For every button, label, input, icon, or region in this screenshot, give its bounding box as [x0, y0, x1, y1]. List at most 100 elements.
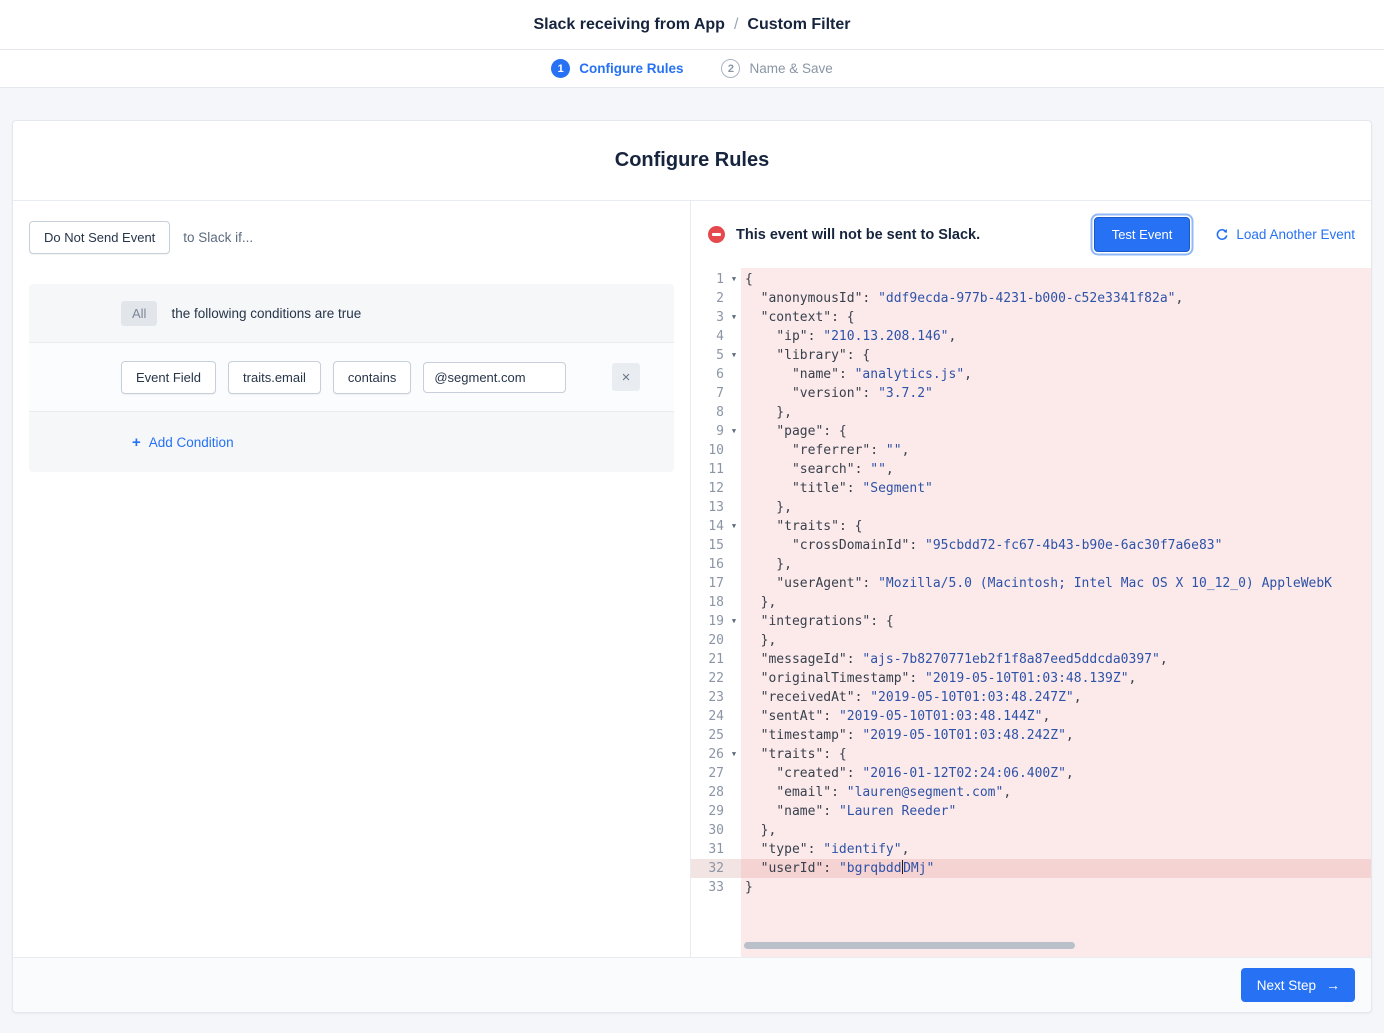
line-number: 14: [691, 517, 727, 536]
code-line[interactable]: "crossDomainId": "95cbdd72-fc67-4b43-b90…: [741, 536, 1371, 555]
fold-icon[interactable]: ▼: [727, 517, 741, 536]
line-number: 1: [691, 270, 727, 289]
gutter-line: 12: [691, 479, 741, 498]
fold-icon[interactable]: ▼: [727, 308, 741, 327]
code-line[interactable]: "userAgent": "Mozilla/5.0 (Macintosh; In…: [741, 574, 1371, 593]
condition-property-button[interactable]: traits.email: [228, 361, 321, 394]
gutter-line: 9▼: [691, 422, 741, 441]
code-line[interactable]: "sentAt": "2019-05-10T01:03:48.144Z",: [741, 707, 1371, 726]
code-line[interactable]: "library": {: [741, 346, 1371, 365]
code-line[interactable]: "traits": {: [741, 517, 1371, 536]
gutter-line: 6: [691, 365, 741, 384]
gutter-line: 2: [691, 289, 741, 308]
fold-icon[interactable]: ▼: [727, 422, 741, 441]
code-line[interactable]: "referrer": "",: [741, 441, 1371, 460]
code-line[interactable]: "context": {: [741, 308, 1371, 327]
condition-field-button[interactable]: Event Field: [121, 361, 216, 394]
breadcrumb-separator: /: [734, 16, 738, 34]
code-editor[interactable]: 1▼23▼45▼6789▼1011121314▼1516171819▼20212…: [691, 268, 1371, 957]
line-number: 5: [691, 346, 727, 365]
code-line[interactable]: "name": "Lauren Reeder": [741, 802, 1371, 821]
load-another-event-button[interactable]: Load Another Event: [1215, 227, 1355, 242]
condition-group: All the following conditions are true Ev…: [29, 284, 674, 472]
code-line[interactable]: "traits": {: [741, 745, 1371, 764]
code-line[interactable]: "receivedAt": "2019-05-10T01:03:48.247Z"…: [741, 688, 1371, 707]
line-number: 13: [691, 498, 727, 517]
close-icon: ×: [622, 369, 631, 386]
add-condition-button[interactable]: + Add Condition: [132, 434, 234, 451]
code-line[interactable]: }: [741, 878, 1371, 897]
code-line[interactable]: },: [741, 403, 1371, 422]
line-number: 3: [691, 308, 727, 327]
line-number: 27: [691, 764, 727, 783]
step-name-and-save[interactable]: 2 Name & Save: [721, 59, 832, 78]
code-line[interactable]: },: [741, 631, 1371, 650]
code-line[interactable]: },: [741, 821, 1371, 840]
stepper: 1 Configure Rules 2 Name & Save: [0, 50, 1384, 88]
add-condition-row: + Add Condition: [29, 412, 674, 472]
line-number: 18: [691, 593, 727, 612]
gutter-line: 23: [691, 688, 741, 707]
code-line[interactable]: "anonymousId": "ddf9ecda-977b-4231-b000-…: [741, 289, 1371, 308]
gutter-line: 30: [691, 821, 741, 840]
gutter-line: 7: [691, 384, 741, 403]
code-line[interactable]: "userId": "bgrqbddDMj": [741, 859, 1371, 878]
test-event-button[interactable]: Test Event: [1094, 217, 1191, 252]
group-operator-badge[interactable]: All: [121, 301, 157, 326]
gutter-line: 3▼: [691, 308, 741, 327]
code-line[interactable]: "originalTimestamp": "2019-05-10T01:03:4…: [741, 669, 1371, 688]
line-number: 11: [691, 460, 727, 479]
line-number: 7: [691, 384, 727, 403]
next-step-button[interactable]: Next Step →: [1241, 968, 1355, 1002]
code-line[interactable]: "name": "analytics.js",: [741, 365, 1371, 384]
code-line[interactable]: "created": "2016-01-12T02:24:06.400Z",: [741, 764, 1371, 783]
step-configure-rules[interactable]: 1 Configure Rules: [551, 59, 683, 78]
horizontal-scrollbar-thumb[interactable]: [744, 942, 1075, 949]
code-line[interactable]: "timestamp": "2019-05-10T01:03:48.242Z",: [741, 726, 1371, 745]
line-number: 33: [691, 878, 727, 897]
code-line[interactable]: "email": "lauren@segment.com",: [741, 783, 1371, 802]
preview-header: This event will not be sent to Slack. Te…: [691, 201, 1371, 268]
code-line[interactable]: "version": "3.7.2": [741, 384, 1371, 403]
line-number: 29: [691, 802, 727, 821]
gutter-line: 1▼: [691, 270, 741, 289]
card-title: Configure Rules: [13, 121, 1371, 201]
code-line[interactable]: "messageId": "ajs-7b8270771eb2f1f8a87eed…: [741, 650, 1371, 669]
fold-icon[interactable]: ▼: [727, 270, 741, 289]
code-line[interactable]: "type": "identify",: [741, 840, 1371, 859]
line-number: 32: [691, 859, 727, 878]
card-footer: Next Step →: [13, 957, 1371, 1012]
page-header: Slack receiving from App / Custom Filter: [0, 0, 1384, 50]
fold-icon[interactable]: ▼: [727, 745, 741, 764]
code-line[interactable]: },: [741, 498, 1371, 517]
fold-icon[interactable]: ▼: [727, 612, 741, 631]
code-line[interactable]: "page": {: [741, 422, 1371, 441]
breadcrumb-primary: Slack receiving from App: [533, 16, 724, 34]
gutter-line: 28: [691, 783, 741, 802]
gutter-line: 4: [691, 327, 741, 346]
code-line[interactable]: "title": "Segment": [741, 479, 1371, 498]
load-another-event-label: Load Another Event: [1236, 227, 1355, 242]
code-line[interactable]: },: [741, 593, 1371, 612]
code-line[interactable]: "integrations": {: [741, 612, 1371, 631]
filter-status: This event will not be sent to Slack.: [708, 226, 1094, 243]
code-line[interactable]: "ip": "210.13.208.146",: [741, 327, 1371, 346]
gutter-line: 26▼: [691, 745, 741, 764]
editor-gutter: 1▼23▼45▼6789▼1011121314▼1516171819▼20212…: [691, 268, 741, 957]
line-number: 15: [691, 536, 727, 555]
filter-action-button[interactable]: Do Not Send Event: [29, 221, 170, 254]
gutter-line: 27: [691, 764, 741, 783]
fold-icon[interactable]: ▼: [727, 346, 741, 365]
line-number: 23: [691, 688, 727, 707]
condition-value-input[interactable]: [423, 362, 566, 393]
plus-icon: +: [132, 434, 141, 451]
step-1-label: Configure Rules: [579, 61, 683, 76]
line-number: 17: [691, 574, 727, 593]
line-number: 25: [691, 726, 727, 745]
code-line[interactable]: },: [741, 555, 1371, 574]
code-line[interactable]: {: [741, 270, 1371, 289]
editor-code-area[interactable]: { "anonymousId": "ddf9ecda-977b-4231-b00…: [741, 268, 1371, 957]
remove-condition-button[interactable]: ×: [612, 363, 640, 391]
code-line[interactable]: "search": "",: [741, 460, 1371, 479]
condition-operator-button[interactable]: contains: [333, 361, 411, 394]
